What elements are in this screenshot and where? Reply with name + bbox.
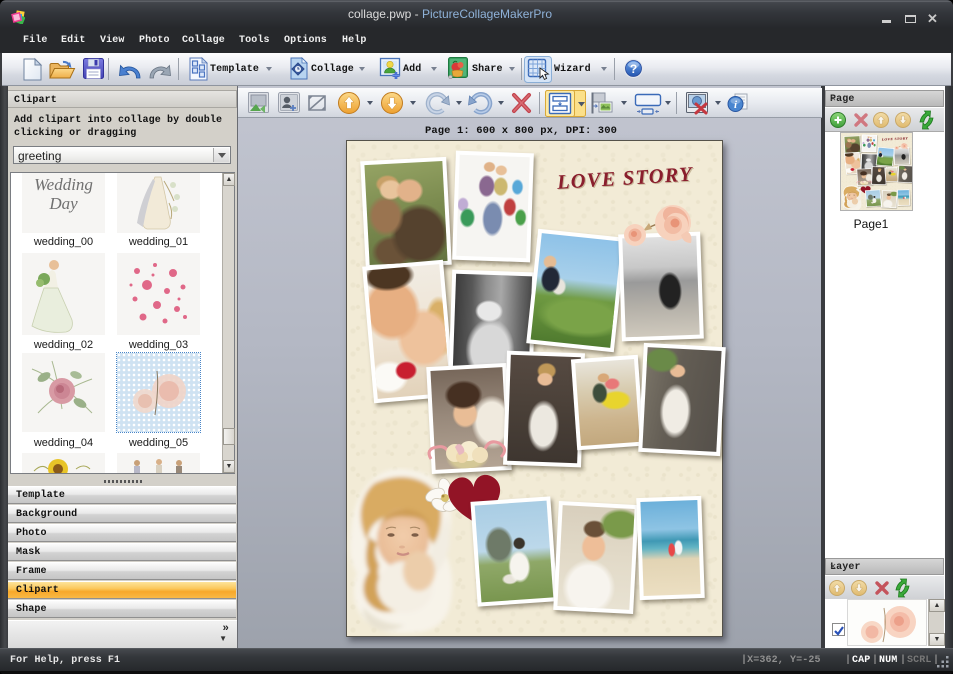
svg-text:?: ? bbox=[630, 62, 637, 76]
